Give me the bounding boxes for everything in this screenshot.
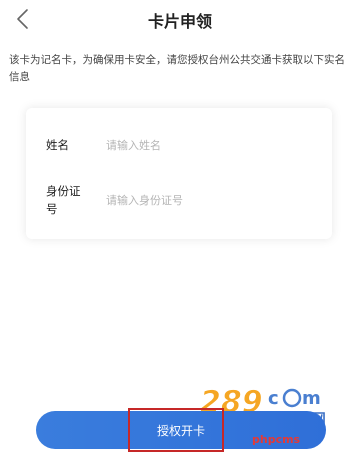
svg-text:c: c <box>268 388 279 409</box>
nav-bar: 卡片申领 <box>0 0 360 40</box>
svg-text:m: m <box>302 388 321 409</box>
id-number-input[interactable] <box>106 191 306 209</box>
authorize-open-card-button[interactable]: 授权开卡 <box>36 411 326 449</box>
id-number-label: 身份证号 <box>46 184 81 216</box>
name-input[interactable] <box>106 136 306 154</box>
form-card: 姓名 身份证号 <box>26 108 332 239</box>
notice-text: 该卡为记名卡，为确保用卡安全，请您授权台州公共交通卡获取以下实名信息 <box>9 54 345 83</box>
name-label: 姓名 <box>46 138 69 152</box>
id-number-row: 身份证号 <box>26 182 332 222</box>
name-row: 姓名 <box>26 136 332 156</box>
page-title: 卡片申领 <box>147 12 212 31</box>
